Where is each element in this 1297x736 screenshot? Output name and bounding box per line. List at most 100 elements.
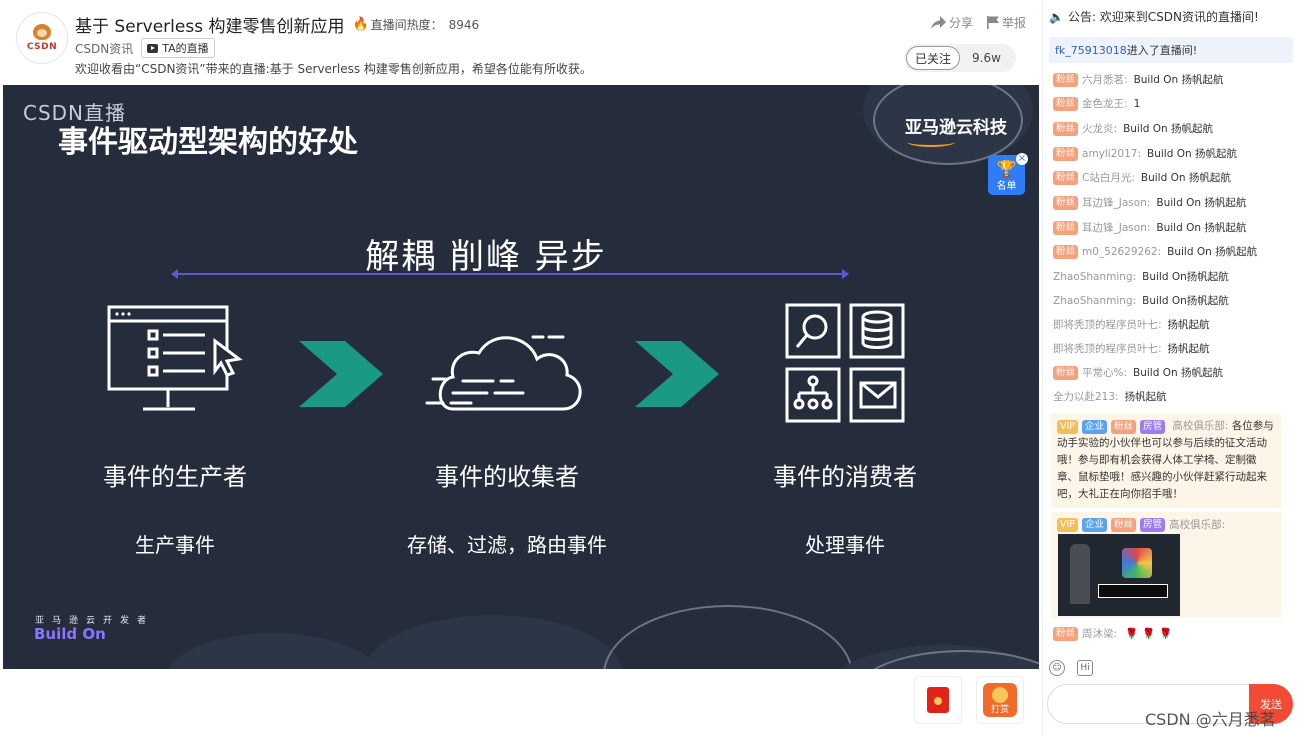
background-cloud xyxy=(603,605,853,669)
chat-message: 粉丝 平常心%: Build On 扬帆起航 xyxy=(1053,365,1223,380)
share-label: 分享 xyxy=(948,16,973,30)
stream-header: CSDN 基于 Serverless 构建零售创新应用 🔥 直播间热度： 894… xyxy=(0,0,1040,84)
speaker-icon: 🔈 xyxy=(1049,9,1064,24)
csdn-watermark: CSDN @六月悉茗 xyxy=(1145,710,1276,729)
chat-username[interactable]: 耳边锋_Jason: xyxy=(1082,195,1150,210)
chat-username[interactable]: 耳边锋_Jason: xyxy=(1082,220,1150,235)
chat-username[interactable]: 平常心%: xyxy=(1082,365,1127,380)
flag-icon xyxy=(986,16,999,29)
chat-message: 粉丝 火龙炎: Build On 扬帆起航 xyxy=(1053,121,1213,136)
background-cloud xyxy=(163,633,383,669)
mascot-icon xyxy=(33,24,51,40)
stage-sub-consumer: 处理事件 xyxy=(805,533,885,557)
chat-message: 即将秃顶的程序员叶七: 扬帆起航 xyxy=(1053,317,1210,332)
build-on-logo: Build On xyxy=(34,625,106,643)
trophy-icon: 🏆 xyxy=(996,159,1017,178)
chevron-right-icon xyxy=(635,341,719,407)
chat-text: Build On 扬帆起航 xyxy=(1123,123,1214,135)
image-caption-box xyxy=(1098,584,1168,598)
fan-badge: 粉丝 xyxy=(1111,517,1137,532)
aws-smile-icon xyxy=(907,137,955,147)
chat-username[interactable]: ZhaoShanming: xyxy=(1053,271,1136,283)
club-username[interactable]: 高校俱乐部: xyxy=(1169,517,1225,532)
chat-text: 扬帆起航 xyxy=(1124,391,1167,403)
enterprise-badge: 企业 xyxy=(1082,420,1108,434)
chat-text: 1 xyxy=(1133,97,1141,110)
badge-row: VIP 企业 粉丝 房管 高校俱乐部: xyxy=(1057,517,1275,532)
hi-icon[interactable]: Hi xyxy=(1077,660,1093,676)
author-row: CSDN资讯 TA的直播 xyxy=(75,38,215,58)
chat-message: ZhaoShanming: Build On扬帆起航 xyxy=(1053,293,1229,308)
heat-label: 直播间热度： xyxy=(370,18,443,32)
double-arrow-line xyxy=(171,269,849,279)
chat-text: 扬帆起航 xyxy=(1167,343,1210,355)
author-name[interactable]: CSDN资讯 xyxy=(75,40,133,57)
chair-image xyxy=(1070,544,1090,604)
emoji-icon[interactable]: ☺ xyxy=(1049,660,1065,676)
fan-badge: 粉丝 xyxy=(1053,626,1079,641)
gift-bar: 打赏 xyxy=(0,670,1040,736)
stage-label-consumer: 事件的消费者 xyxy=(773,463,917,491)
tip-icon: 打赏 xyxy=(983,683,1017,717)
chat-text: Build On 扬帆起航 xyxy=(1156,197,1247,209)
video-player[interactable]: CSDN直播 事件驱动型架构的好处 亚马逊云科技 🏆 名单 × 解耦 削峰 异步 xyxy=(3,85,1039,669)
chat-message: 粉丝 六月悉茗: Build On 扬帆起航 xyxy=(1053,72,1224,87)
flame-icon: 🔥 xyxy=(352,17,369,32)
chat-username[interactable]: 金色龙王: xyxy=(1082,96,1128,111)
ta-live-button[interactable]: TA的直播 xyxy=(141,38,215,58)
channel-avatar[interactable]: CSDN xyxy=(16,12,68,64)
chat-sidebar: 🔈 公告: 欢迎来到CSDN资讯的直播间! fk_75913018 进入了直播间… xyxy=(1042,0,1297,736)
stage-label-producer: 事件的生产者 xyxy=(103,463,247,491)
fan-badge: 粉丝 xyxy=(1053,170,1079,185)
chat-username[interactable]: ZhaoShanming: xyxy=(1053,295,1136,307)
fan-badge: 粉丝 xyxy=(1053,220,1079,235)
slide-title: 事件驱动型架构的好处 xyxy=(58,125,358,160)
chat-username[interactable]: m0_52629262: xyxy=(1082,246,1161,258)
title-row: 基于 Serverless 构建零售创新应用 🔥 直播间热度： 8946 xyxy=(75,12,479,37)
chat-text: Build On扬帆起航 xyxy=(1142,271,1229,283)
vip-badge: VIP xyxy=(1057,420,1079,434)
chat-username[interactable]: 火龙炎: xyxy=(1082,121,1117,136)
enter-notice: fk_75913018 进入了直播间! xyxy=(1049,37,1293,63)
fan-badge: 粉丝 xyxy=(1053,195,1079,210)
stream-description: 欢迎收看由“CSDN资讯”带来的直播:基于 Serverless 构建零售创新应… xyxy=(75,62,592,76)
background-cloud xyxy=(363,615,623,669)
followed-button[interactable]: 已关注 xyxy=(906,46,961,70)
tip-button[interactable]: 打赏 xyxy=(976,676,1024,724)
enter-username[interactable]: fk_75913018 xyxy=(1055,44,1127,57)
rank-close-icon[interactable]: × xyxy=(1016,153,1028,165)
heat-indicator: 🔥 直播间热度： 8946 xyxy=(352,16,479,33)
chat-tools: ☺ Hi xyxy=(1049,660,1093,676)
chat-username[interactable]: 即将秃顶的程序员叶七: xyxy=(1053,317,1162,332)
enter-text: 进入了直播间! xyxy=(1126,44,1198,57)
chat-username[interactable]: 全力以赴213: xyxy=(1053,389,1119,404)
report-button[interactable]: 举报 xyxy=(986,14,1026,31)
enterprise-badge: 企业 xyxy=(1082,517,1108,532)
chat-username[interactable]: 即将秃顶的程序员叶七: xyxy=(1053,341,1162,356)
club-username[interactable]: 高校俱乐部: xyxy=(1172,420,1228,432)
chat-username[interactable]: C站白月光: xyxy=(1082,170,1135,185)
report-label: 举报 xyxy=(1001,16,1026,30)
fan-badge: 粉丝 xyxy=(1053,365,1079,380)
header-actions: 分享 举报 xyxy=(930,14,1026,31)
stage-label-collector: 事件的收集者 xyxy=(435,463,579,491)
prize-image[interactable] xyxy=(1058,534,1180,616)
chat-text: Build On扬帆起航 xyxy=(1142,295,1229,307)
stage-sub-producer: 生产事件 xyxy=(135,533,215,557)
red-packet-button[interactable] xyxy=(914,676,962,724)
chat-username[interactable]: 六月悉茗: xyxy=(1082,72,1128,87)
chat-username[interactable]: amyli2017: xyxy=(1082,148,1141,160)
chat-message: 即将秃顶的程序员叶七: 扬帆起航 xyxy=(1053,341,1210,356)
announcement-text: 公告: 欢迎来到CSDN资讯的直播间! xyxy=(1067,10,1259,24)
video-play-icon xyxy=(147,43,159,53)
stream-title: 基于 Serverless 构建零售创新应用 xyxy=(75,17,345,37)
manager-badge: 房管 xyxy=(1140,517,1166,532)
heat-value: 8946 xyxy=(448,17,480,32)
chat-username[interactable]: 周沐梁: xyxy=(1082,626,1117,641)
share-button[interactable]: 分享 xyxy=(930,14,973,31)
chat-message: ZhaoShanming: Build On扬帆起航 xyxy=(1053,269,1229,284)
chat-message: 粉丝 周沐梁: 🌹🌹🌹 xyxy=(1053,626,1176,641)
vip-badge: VIP xyxy=(1057,517,1079,532)
monitor-list-icon xyxy=(107,305,243,411)
chat-message: 粉丝 C站白月光: Build On 扬帆起航 xyxy=(1053,170,1231,185)
